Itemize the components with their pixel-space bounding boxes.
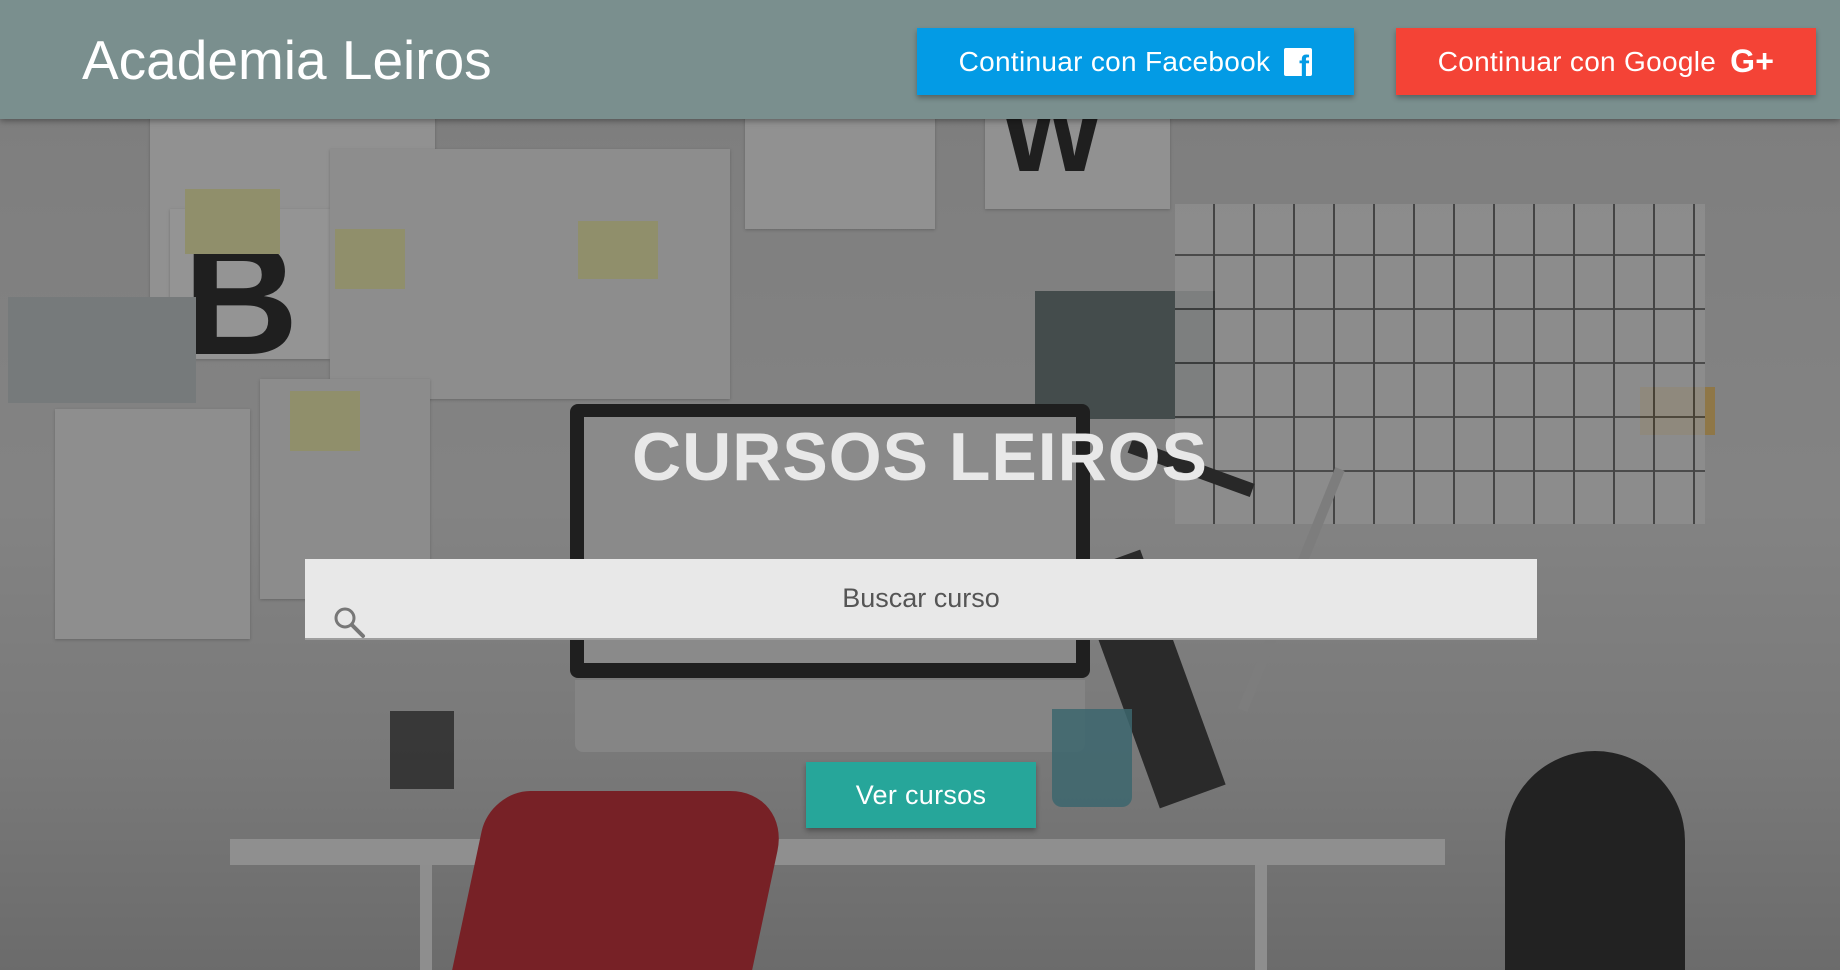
view-courses-button[interactable]: Ver cursos [806, 762, 1036, 828]
continue-with-facebook-button[interactable]: Continuar con Facebook f [917, 28, 1354, 95]
brand-title[interactable]: Academia Leiros [82, 28, 492, 92]
search-bar [305, 559, 1537, 640]
facebook-button-label: Continuar con Facebook [958, 46, 1271, 77]
search-input[interactable] [305, 559, 1537, 638]
search-icon[interactable] [332, 605, 366, 639]
hero-title: CURSOS LEIROS [632, 418, 1208, 495]
page: Academia Leiros Continuar con Facebook f… [0, 0, 1840, 970]
continue-with-google-button[interactable]: Continuar con Google G+ [1396, 28, 1816, 95]
hero-section: B W [0, 119, 1840, 970]
hero-background-image: B W [0, 119, 1840, 970]
navbar: Academia Leiros Continuar con Facebook f… [0, 0, 1840, 119]
google-button-label: Continuar con Google [1437, 46, 1717, 77]
google-plus-icon: G+ [1730, 43, 1775, 79]
facebook-icon: f [1284, 47, 1313, 81]
